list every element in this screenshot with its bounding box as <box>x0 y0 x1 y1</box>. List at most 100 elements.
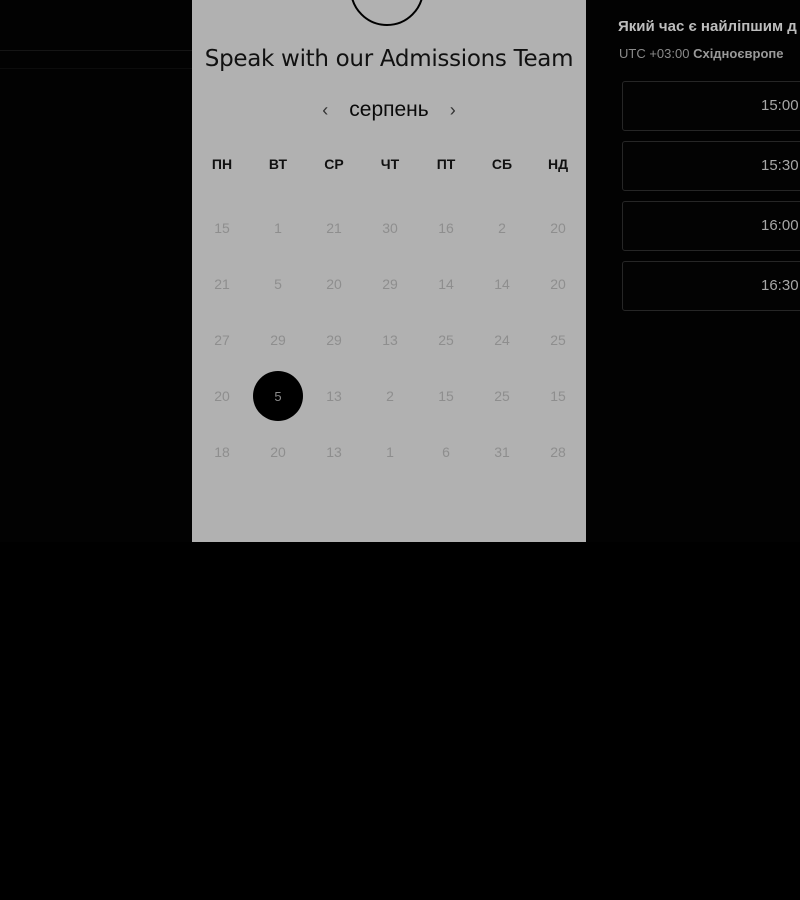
time-question: Який час є найліпшим д <box>618 18 797 35</box>
calendar-day[interactable]: 20 <box>530 256 586 312</box>
calendar-day[interactable]: 27 <box>194 312 250 368</box>
day-number: 13 <box>382 332 398 348</box>
calendar-grid: 15 1 21 30 16 2 20 21 5 20 29 14 14 20 27 29 29 13 25 24 25 2… <box>194 200 584 480</box>
calendar-day[interactable]: 1 <box>250 200 306 256</box>
calendar-day[interactable]: 25 <box>418 312 474 368</box>
calendar-day[interactable]: 20 <box>250 424 306 480</box>
calendar-day[interactable]: 13 <box>362 312 418 368</box>
time-slot-button[interactable]: 15:30 <box>622 141 800 191</box>
calendar-day[interactable]: 5 <box>250 256 306 312</box>
calendar-day[interactable]: 1 <box>362 424 418 480</box>
calendar-day[interactable]: 6 <box>418 424 474 480</box>
weekday-label: ВТ <box>268 156 288 172</box>
day-number: 15 <box>550 388 566 404</box>
timezone-name: Східноєвропе <box>693 46 784 61</box>
day-number: 20 <box>214 388 230 404</box>
day-number: 13 <box>326 388 342 404</box>
day-number: 24 <box>494 332 510 348</box>
day-number: 25 <box>494 388 510 404</box>
timezone-label: UTC +03:00 Східноєвропе <box>619 46 784 61</box>
chevron-left-icon[interactable]: ‹ <box>315 98 335 122</box>
day-number: 20 <box>270 444 286 460</box>
chevron-right-icon[interactable]: › <box>443 98 463 122</box>
calendar-day[interactable]: 21 <box>306 200 362 256</box>
calendar-card: Speak with our Admissions Team ‹ серпень… <box>192 0 586 542</box>
divider <box>0 68 193 69</box>
day-number: 13 <box>326 444 342 460</box>
time-slot-panel: Який час є найліпшим д UTC +03:00 Східно… <box>586 0 800 542</box>
weekday-label: НД <box>547 156 569 172</box>
calendar-day[interactable]: 20 <box>306 256 362 312</box>
time-slot-label: 15:00 <box>761 97 799 114</box>
calendar-day[interactable]: 29 <box>362 256 418 312</box>
day-number: 20 <box>550 276 566 292</box>
calendar-day[interactable]: 20 <box>194 368 250 424</box>
calendar-day[interactable]: 31 <box>474 424 530 480</box>
weekday-header: ПН ВТ СР ЧТ ПТ СБ НД <box>194 156 584 176</box>
day-number: 1 <box>386 444 394 460</box>
calendar-day[interactable]: 14 <box>474 256 530 312</box>
day-number: 15 <box>438 388 454 404</box>
day-number: 14 <box>494 276 510 292</box>
calendar-day[interactable]: 25 <box>530 312 586 368</box>
month-label: серпень <box>349 98 429 121</box>
calendar-day[interactable]: 29 <box>250 312 306 368</box>
calendar-day[interactable]: 2 <box>474 200 530 256</box>
weekday-label: ЧТ <box>380 156 400 172</box>
school-logo <box>350 0 424 26</box>
calendar-day-selected[interactable]: 5 <box>250 368 306 424</box>
calendar-day[interactable]: 25 <box>474 368 530 424</box>
day-number: 2 <box>498 220 506 236</box>
day-number: 29 <box>270 332 286 348</box>
day-number: 14 <box>438 276 454 292</box>
calendar-day[interactable]: 30 <box>362 200 418 256</box>
calendar-day[interactable]: 28 <box>530 424 586 480</box>
calendar-day[interactable]: 2 <box>362 368 418 424</box>
day-number: 2 <box>386 388 394 404</box>
day-number: 5 <box>253 371 303 421</box>
time-slot-label: 16:30 <box>761 277 799 294</box>
day-number: 27 <box>214 332 230 348</box>
day-number: 5 <box>274 276 282 292</box>
day-number: 29 <box>326 332 342 348</box>
calendar-day[interactable]: 21 <box>194 256 250 312</box>
weekday-label: СР <box>324 156 344 172</box>
month-navigation: ‹ серпень › <box>192 96 586 124</box>
day-number: 25 <box>438 332 454 348</box>
day-number: 20 <box>326 276 342 292</box>
time-slot-label: 16:00 <box>761 217 799 234</box>
calendar-day[interactable]: 16 <box>418 200 474 256</box>
calendar-day[interactable]: 15 <box>194 200 250 256</box>
page-title: Speak with our Admissions Team <box>204 46 574 72</box>
time-slot-button[interactable]: 15:00 <box>622 81 800 131</box>
calendar-day[interactable]: 13 <box>306 424 362 480</box>
calendar-day[interactable]: 15 <box>418 368 474 424</box>
day-number: 28 <box>550 444 566 460</box>
day-number: 30 <box>382 220 398 236</box>
calendar-day[interactable]: 14 <box>418 256 474 312</box>
weekday-label: ПН <box>211 156 233 172</box>
timezone-offset: UTC +03:00 <box>619 46 690 61</box>
calendar-day[interactable]: 24 <box>474 312 530 368</box>
day-number: 6 <box>442 444 450 460</box>
day-number: 21 <box>214 276 230 292</box>
day-number: 20 <box>550 220 566 236</box>
day-number: 25 <box>550 332 566 348</box>
time-slot-button[interactable]: 16:00 <box>622 201 800 251</box>
time-slot-label: 15:30 <box>761 157 799 174</box>
day-number: 1 <box>274 220 282 236</box>
weekday-label: СБ <box>491 156 513 172</box>
time-slot-button[interactable]: 16:30 <box>622 261 800 311</box>
calendar-day[interactable]: 29 <box>306 312 362 368</box>
day-number: 18 <box>214 444 230 460</box>
calendar-day[interactable]: 20 <box>530 200 586 256</box>
day-number: 31 <box>494 444 510 460</box>
day-number: 15 <box>214 220 230 236</box>
day-number: 16 <box>438 220 454 236</box>
calendar-day[interactable]: 18 <box>194 424 250 480</box>
calendar-day[interactable]: 15 <box>530 368 586 424</box>
day-number: 21 <box>326 220 342 236</box>
day-number: 29 <box>382 276 398 292</box>
calendar-day[interactable]: 13 <box>306 368 362 424</box>
weekday-label: ПТ <box>436 156 456 172</box>
